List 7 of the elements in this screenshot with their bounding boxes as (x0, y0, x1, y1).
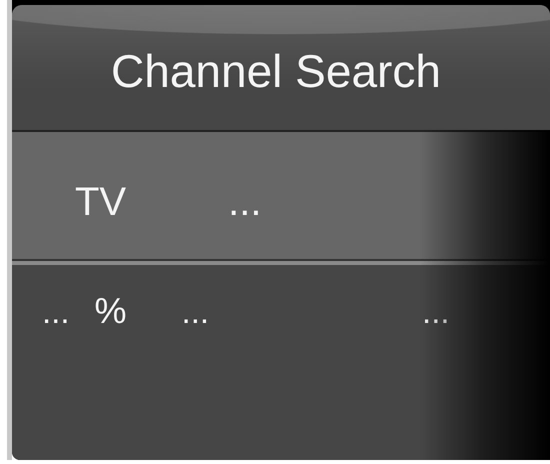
placeholder-dots: ... (182, 295, 210, 328)
source-label: TV (75, 182, 126, 222)
source-value: ... (228, 182, 262, 222)
percent-sign: % (94, 293, 127, 329)
screen-title: Channel Search (111, 44, 442, 98)
placeholder-dots: ... (42, 295, 70, 328)
placeholder-dots: ... (422, 295, 450, 328)
